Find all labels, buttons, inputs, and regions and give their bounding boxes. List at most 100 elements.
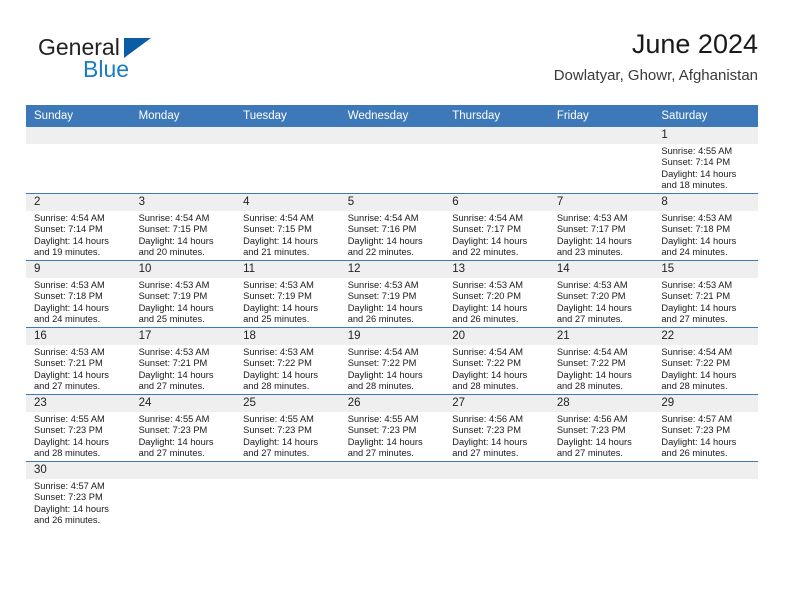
calendar-day-cell[interactable]: 24 Sunrise: 4:55 AM Sunset: 7:23 PM Dayligh… <box>130 394 236 462</box>
daylight-duration-line2: and 19 minutes. <box>34 247 101 258</box>
sunrise-time: Sunrise: 4:56 AM <box>452 414 524 424</box>
day-number: 21 <box>548 328 654 345</box>
day-cell-inner: 12 Sunrise: 4:53 AM Sunset: 7:19 PM Dayligh… <box>339 261 445 327</box>
calendar-week-row: 23 Sunrise: 4:55 AM Sunset: 7:23 PM Dayligh… <box>26 394 758 462</box>
calendar-day-cell[interactable]: 14 Sunrise: 4:53 AM Sunset: 7:20 PM Dayligh… <box>548 260 654 328</box>
calendar-day-cell[interactable]: 19 Sunrise: 4:54 AM Sunset: 7:22 PM Dayligh… <box>339 327 445 395</box>
sunset-time: Sunset: 7:23 PM <box>34 425 103 436</box>
calendar-day-cell[interactable]: 16 Sunrise: 4:53 AM Sunset: 7:21 PM Dayligh… <box>26 327 131 395</box>
day-number: 4 <box>235 194 340 211</box>
day-details: Sunrise: 4:54 AM Sunset: 7:22 PM Daylight:… <box>653 345 758 393</box>
calendar-day-cell[interactable]: 3 Sunrise: 4:54 AM Sunset: 7:15 PM Daylight… <box>130 193 236 261</box>
calendar-day-cell[interactable]: 10 Sunrise: 4:53 AM Sunset: 7:19 PM Dayligh… <box>130 260 236 328</box>
day-cell-inner: 9 Sunrise: 4:53 AM Sunset: 7:18 PM Daylight… <box>26 261 131 327</box>
day-details: Sunrise: 4:54 AM Sunset: 7:22 PM Daylight:… <box>549 345 654 393</box>
sunrise-time: Sunrise: 4:54 AM <box>34 213 105 223</box>
day-number: 15 <box>653 261 758 278</box>
calendar-day-cell[interactable]: 15 Sunrise: 4:53 AM Sunset: 7:21 PM Dayligh… <box>653 260 758 328</box>
day-number <box>235 462 340 479</box>
daylight-duration-line2: and 18 minutes. <box>661 180 728 191</box>
calendar-day-cell[interactable]: 6 Sunrise: 4:54 AM Sunset: 7:17 PM Daylight… <box>444 193 549 261</box>
day-details: Sunrise: 4:54 AM Sunset: 7:17 PM Daylight:… <box>444 211 549 259</box>
day-cell-inner <box>444 127 549 193</box>
calendar-day-cell[interactable]: 29 Sunrise: 4:57 AM Sunset: 7:23 PM Dayligh… <box>653 394 758 462</box>
calendar-day-cell[interactable]: 22 Sunrise: 4:54 AM Sunset: 7:22 PM Dayligh… <box>653 327 758 395</box>
generalblue-logo[interactable]: General Blue <box>26 30 246 92</box>
daylight-duration-line1: Daylight: 14 hours <box>34 503 109 514</box>
calendar-day-cell[interactable]: 17 Sunrise: 4:53 AM Sunset: 7:21 PM Dayligh… <box>130 327 236 395</box>
calendar-day-cell[interactable]: 11 Sunrise: 4:53 AM Sunset: 7:19 PM Dayligh… <box>235 260 340 328</box>
daylight-duration-line1: Daylight: 14 hours <box>661 235 737 246</box>
day-cell-inner: 16 Sunrise: 4:53 AM Sunset: 7:21 PM Dayligh… <box>26 328 131 394</box>
day-number: 22 <box>653 328 758 345</box>
sunset-time: Sunset: 7:18 PM <box>34 291 103 302</box>
daylight-duration-line1: Daylight: 14 hours <box>452 235 528 246</box>
sunset-time: Sunset: 7:22 PM <box>661 358 731 369</box>
calendar-day-cell[interactable]: 28 Sunrise: 4:56 AM Sunset: 7:23 PM Dayligh… <box>548 394 654 462</box>
day-cell-inner <box>26 127 131 193</box>
day-cell-inner: 25 Sunrise: 4:55 AM Sunset: 7:23 PM Dayligh… <box>235 395 340 461</box>
daylight-duration-line1: Daylight: 14 hours <box>34 369 109 380</box>
daylight-duration-line1: Daylight: 14 hours <box>138 369 214 380</box>
calendar-day-cell[interactable]: 30 Sunrise: 4:57 AM Sunset: 7:23 PM Dayligh… <box>26 461 131 528</box>
sunset-time: Sunset: 7:22 PM <box>243 358 312 369</box>
calendar-day-cell[interactable]: 25 Sunrise: 4:55 AM Sunset: 7:23 PM Dayligh… <box>235 394 340 462</box>
calendar-day-cell[interactable]: 9 Sunrise: 4:53 AM Sunset: 7:18 PM Daylight… <box>26 260 131 328</box>
calendar-week-row: 30 Sunrise: 4:57 AM Sunset: 7:23 PM Dayligh… <box>26 461 758 528</box>
daylight-duration-line1: Daylight: 14 hours <box>138 436 214 447</box>
calendar-body: 1 Sunrise: 4:55 AM Sunset: 7:14 PM Daylight… <box>26 127 758 528</box>
daylight-duration-line2: and 23 minutes. <box>556 247 623 258</box>
sunset-time: Sunset: 7:23 PM <box>243 425 312 436</box>
page-header: General Blue June 2024 Dowlatyar, Ghowr,… <box>26 28 758 100</box>
calendar-day-cell[interactable]: 5 Sunrise: 4:54 AM Sunset: 7:16 PM Daylight… <box>339 193 445 261</box>
daylight-duration-line1: Daylight: 14 hours <box>661 168 737 179</box>
sunrise-time: Sunrise: 4:55 AM <box>34 414 105 424</box>
weekday-header-tuesday: Tuesday <box>235 105 340 127</box>
calendar-day-cell[interactable]: 21 Sunrise: 4:54 AM Sunset: 7:22 PM Dayligh… <box>548 327 654 395</box>
sunrise-time: Sunrise: 4:54 AM <box>452 213 524 223</box>
day-number <box>130 127 236 144</box>
calendar-day-cell[interactable]: 1 Sunrise: 4:55 AM Sunset: 7:14 PM Daylight… <box>653 127 758 194</box>
calendar-day-cell[interactable]: 12 Sunrise: 4:53 AM Sunset: 7:19 PM Dayligh… <box>339 260 445 328</box>
day-details: Sunrise: 4:53 AM Sunset: 7:21 PM Daylight:… <box>653 278 758 326</box>
sunrise-time: Sunrise: 4:56 AM <box>556 414 628 424</box>
calendar-day-cell[interactable]: 18 Sunrise: 4:53 AM Sunset: 7:22 PM Dayligh… <box>235 327 340 395</box>
sunset-time: Sunset: 7:18 PM <box>661 224 731 235</box>
daylight-duration-line2: and 22 minutes. <box>452 247 519 258</box>
day-number: 29 <box>653 395 758 412</box>
daylight-duration-line2: and 22 minutes. <box>347 247 414 258</box>
daylight-duration-line1: Daylight: 14 hours <box>661 302 737 313</box>
calendar-day-cell[interactable]: 8 Sunrise: 4:53 AM Sunset: 7:18 PM Daylight… <box>653 193 758 261</box>
daylight-duration-line1: Daylight: 14 hours <box>243 235 319 246</box>
calendar-day-cell[interactable]: 26 Sunrise: 4:55 AM Sunset: 7:23 PM Dayligh… <box>339 394 445 462</box>
calendar-day-cell <box>444 461 549 528</box>
calendar-day-cell[interactable]: 20 Sunrise: 4:54 AM Sunset: 7:22 PM Dayligh… <box>444 327 549 395</box>
calendar-day-cell[interactable]: 2 Sunrise: 4:54 AM Sunset: 7:14 PM Daylight… <box>26 193 131 261</box>
calendar-day-cell <box>26 127 131 194</box>
day-details: Sunrise: 4:56 AM Sunset: 7:23 PM Daylight:… <box>444 412 549 460</box>
daylight-duration-line1: Daylight: 14 hours <box>452 436 528 447</box>
day-number: 13 <box>444 261 549 278</box>
calendar-day-cell[interactable]: 27 Sunrise: 4:56 AM Sunset: 7:23 PM Dayligh… <box>444 394 549 462</box>
calendar-day-cell[interactable]: 13 Sunrise: 4:53 AM Sunset: 7:20 PM Dayligh… <box>444 260 549 328</box>
day-cell-inner: 3 Sunrise: 4:54 AM Sunset: 7:15 PM Daylight… <box>130 194 236 260</box>
calendar-day-cell[interactable]: 7 Sunrise: 4:53 AM Sunset: 7:17 PM Daylight… <box>548 193 654 261</box>
day-cell-inner <box>235 462 340 528</box>
day-number: 16 <box>26 328 131 345</box>
day-number <box>444 127 549 144</box>
daylight-duration-line2: and 20 minutes. <box>138 247 205 258</box>
day-details: Sunrise: 4:53 AM Sunset: 7:18 PM Daylight:… <box>653 211 758 259</box>
sunset-time: Sunset: 7:19 PM <box>347 291 417 302</box>
day-cell-inner: 6 Sunrise: 4:54 AM Sunset: 7:17 PM Daylight… <box>444 194 549 260</box>
calendar-day-cell <box>130 461 236 528</box>
daylight-duration-line2: and 25 minutes. <box>243 314 310 325</box>
daylight-duration-line1: Daylight: 14 hours <box>347 235 423 246</box>
day-cell-inner: 7 Sunrise: 4:53 AM Sunset: 7:17 PM Daylight… <box>548 194 654 260</box>
calendar-day-cell[interactable]: 23 Sunrise: 4:55 AM Sunset: 7:23 PM Dayligh… <box>26 394 131 462</box>
calendar-day-cell[interactable]: 4 Sunrise: 4:54 AM Sunset: 7:15 PM Daylight… <box>235 193 340 261</box>
weekday-header-wednesday: Wednesday <box>339 105 445 127</box>
day-cell-inner: 11 Sunrise: 4:53 AM Sunset: 7:19 PM Dayligh… <box>235 261 340 327</box>
day-cell-inner <box>130 127 236 193</box>
daylight-duration-line2: and 26 minutes. <box>452 314 519 325</box>
day-number: 28 <box>548 395 654 412</box>
